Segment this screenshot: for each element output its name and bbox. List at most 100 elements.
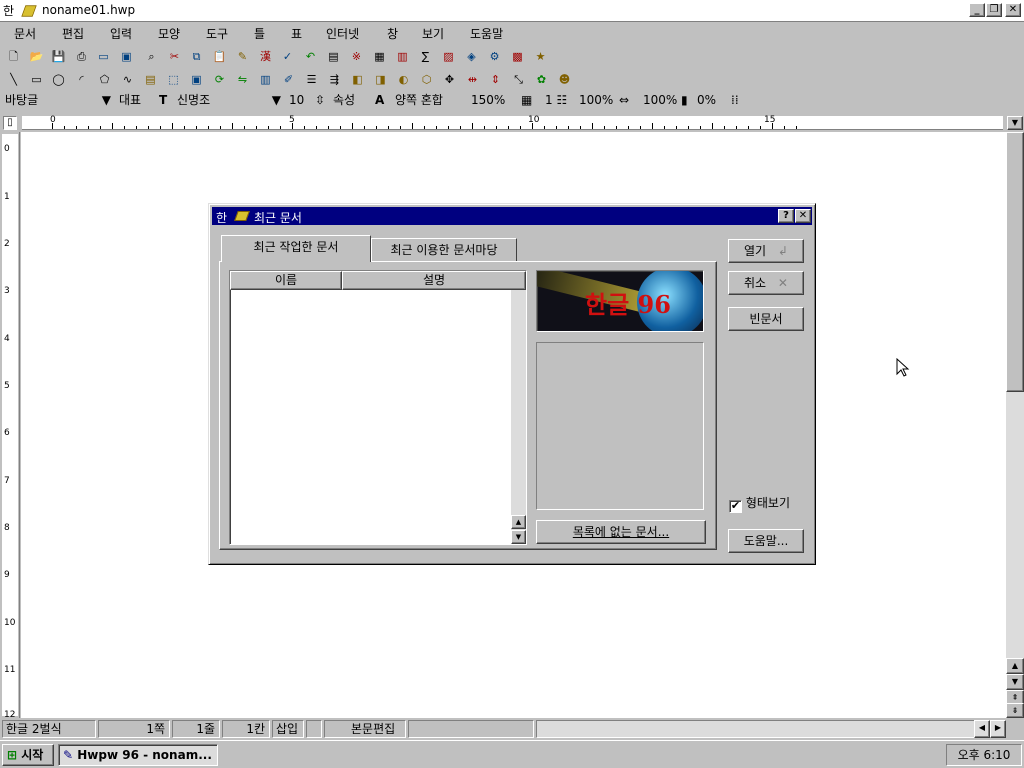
blank-document-button[interactable]: 빈문서 [728,307,804,331]
image-icon[interactable]: ▨ [438,47,459,68]
zoom-icon[interactable]: ⌕ [141,47,162,68]
3d-icon[interactable]: ⬡ [416,70,437,91]
font-size-select[interactable]: 10 [286,92,312,111]
menu-internet[interactable]: 인터넷 [326,25,359,42]
gallery-icon[interactable]: ★ [530,47,551,68]
scroll-right-button[interactable]: ▶ [990,720,1006,738]
columns-icon[interactable]: ▦ [518,92,540,111]
table-icon[interactable]: ▦ [369,47,390,68]
monitor-icon[interactable]: ▭ [93,47,114,68]
polygon-icon[interactable]: ⬠ [94,70,115,91]
textbox-icon[interactable]: ▤ [140,70,161,91]
connector-icon[interactable]: ⤡ [508,70,529,91]
menu-frame[interactable]: 틀 [254,25,265,42]
copy-icon[interactable]: ⧉ [186,47,207,68]
spell-check-icon[interactable]: ✓ [277,47,298,68]
vertical-scrollbar[interactable]: ▲ ▼ ⇞ ⇟ [1006,132,1024,718]
restore-button[interactable]: ❐ [986,3,1002,17]
fill-icon[interactable]: ▥ [255,70,276,91]
width-ratio-field[interactable]: 100% [576,92,614,111]
hanja-icon[interactable]: 漢 [255,47,276,68]
curve-icon[interactable]: ∿ [117,70,138,91]
paste-icon[interactable]: 📋 [209,47,230,68]
list-scroll-down-button[interactable]: ▼ [511,530,526,544]
status-mode[interactable]: 삽입 [272,720,304,738]
formula-icon[interactable]: ∑ [415,47,436,68]
arc-icon[interactable]: ◜ [71,70,92,91]
width-stepper-icon[interactable]: ⇔ [616,92,638,111]
menu-tools[interactable]: 도구 [206,25,228,42]
char-shape-icon[interactable]: A [372,92,390,111]
menu-shape[interactable]: 모양 [158,25,180,42]
rotate-icon[interactable]: ⟳ [209,70,230,91]
arrow-style-icon[interactable]: ⇶ [324,70,345,91]
distribute-icon[interactable]: ⇹ [462,70,483,91]
format-painter-icon[interactable]: ✎ [232,47,253,68]
new-document-icon[interactable]: 🗋 [3,47,24,68]
dialog-close-button[interactable]: ✕ [795,209,811,223]
scroll-down-button[interactable]: ▼ [1006,674,1024,690]
open-folder-icon[interactable]: 📂 [26,47,47,68]
drawing-icon[interactable]: ◈ [461,47,482,68]
menu-document[interactable]: 문서 [14,25,36,42]
save-icon[interactable]: 💾 [48,47,69,68]
ruler-strip[interactable]: 0 5 10 15 [22,115,1003,130]
align-select[interactable]: 양쪽 혼합 [392,92,466,111]
line-spacing-field[interactable]: 150% [468,92,512,111]
ruler-dropdown-icon[interactable]: ▼ [1007,116,1023,130]
menu-table[interactable]: 표 [291,25,302,42]
group-icon[interactable]: ▣ [186,70,207,91]
scrollbar-thumb[interactable] [1006,132,1024,392]
open-button[interactable]: 열기 ↲ [728,239,804,263]
style-select[interactable]: 바탕글 ▼ [2,92,114,111]
select-object-icon[interactable]: ⬚ [163,70,184,91]
shadow-icon[interactable]: ◐ [393,70,414,91]
column-header-description[interactable]: 설명 [342,271,526,290]
font-select[interactable]: 신명조 ▼ [174,92,284,111]
undo-icon[interactable]: ↶ [300,47,321,68]
dialog-title-bar[interactable]: 한 최근 문서 ? ✕ [212,207,812,225]
minimize-button[interactable]: _ [969,3,985,17]
flip-icon[interactable]: ⇋ [232,70,253,91]
line-color-icon[interactable]: ✐ [278,70,299,91]
clipart-icon[interactable]: ☻ [554,70,575,91]
bring-front-icon[interactable]: ◧ [347,70,368,91]
send-back-icon[interactable]: ◨ [370,70,391,91]
tab-recent-work[interactable]: 최근 작업한 문서 [221,235,371,262]
char-spacing-field[interactable]: 0% [694,92,728,111]
font-group-select[interactable]: 대표 [116,92,154,111]
close-button[interactable]: ✕ [1005,3,1021,17]
chart-icon[interactable]: ▥ [392,47,413,68]
menu-edit[interactable]: 편집 [62,25,84,42]
preview-icon[interactable]: ▣ [116,47,137,68]
cut-icon[interactable]: ✂ [164,47,185,68]
page-down-button[interactable]: ⇟ [1006,703,1024,718]
line-style-icon[interactable]: ☰ [301,70,322,91]
ole-icon[interactable]: ⚙ [484,47,505,68]
task-button-hwp[interactable]: ✎ Hwpw 96 - nonam... [58,744,218,766]
page-setup-icon[interactable]: ▤ [323,47,344,68]
file-list[interactable]: 이름 설명 ▲ ▼ [229,270,527,545]
cancel-button[interactable]: 취소 ✕ [728,271,804,295]
column-header-name[interactable]: 이름 [230,271,342,290]
columns-field[interactable]: 1 ☷ [542,92,572,111]
ratio-stepper-icon[interactable]: ▮ [678,92,694,111]
preview-checkbox[interactable]: ✔ 형태보기 [729,495,790,513]
start-button[interactable]: ⊞ 시작 [2,744,54,766]
spacing-stepper-icon[interactable]: ⁞⁞ [728,92,748,111]
ruler-page-icon[interactable]: ▯ [3,116,17,130]
template-icon[interactable]: ▩ [507,47,528,68]
horizontal-scrollbar[interactable] [536,720,1006,738]
tab-recent-templates[interactable]: 최근 이용한 문서마당 [371,238,517,262]
wordart-icon[interactable]: ✿ [531,70,552,91]
size-stepper-icon[interactable]: ⇳ [312,92,328,111]
print-icon[interactable]: ⎙ [71,47,92,68]
not-listed-document-button[interactable]: 목록에 없는 문서... [536,520,706,544]
menu-help[interactable]: 도움말 [470,25,503,42]
menu-input[interactable]: 입력 [110,25,132,42]
list-scrollbar[interactable]: ▲ ▼ [511,290,526,544]
attribute-button[interactable]: 속성 [330,92,370,111]
window-title-bar[interactable]: 한 noname01.hwp _ ❐ ✕ [0,0,1024,22]
scroll-up-button[interactable]: ▲ [1006,658,1024,674]
help-button[interactable]: 도움말... [728,529,804,553]
